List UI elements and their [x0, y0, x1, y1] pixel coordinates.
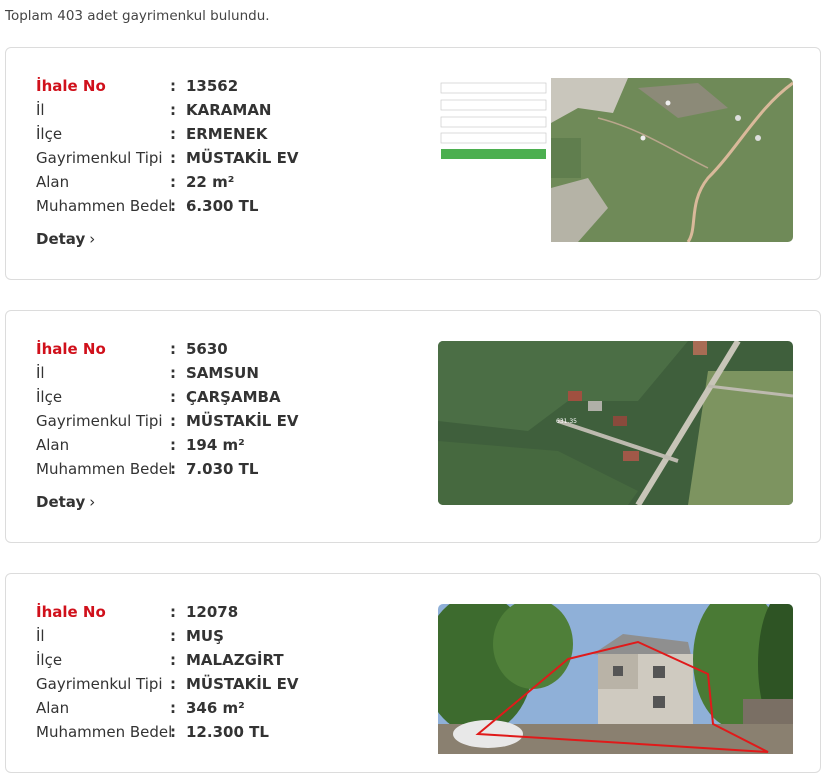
colon: :	[170, 723, 176, 741]
satellite-map-with-form-image[interactable]	[438, 78, 793, 242]
ilce-value: ERMENEK	[186, 125, 268, 143]
ilce-value: MALAZGİRT	[186, 651, 284, 669]
il-value: MUŞ	[186, 627, 224, 645]
ilce-label: İlçe	[36, 125, 63, 143]
ilce-label: İlçe	[36, 651, 63, 669]
detail-label: Detay	[36, 230, 86, 248]
bedel-value: 12.300 TL	[186, 723, 269, 741]
svg-text:631.35: 631.35	[556, 418, 577, 425]
colon: :	[170, 364, 176, 382]
colon: :	[170, 651, 176, 669]
alan-value: 194 m²	[186, 436, 245, 454]
ihale-no-value: 13562	[186, 77, 239, 95]
il-value: SAMSUN	[186, 364, 259, 382]
colon: :	[170, 340, 176, 358]
bedel-value: 7.030 TL	[186, 460, 259, 478]
listing-card: İhale No : 13562 İl : KARAMAN İlçe : ERM…	[5, 47, 821, 280]
colon: :	[170, 412, 176, 430]
tip-label: Gayrimenkul Tipi	[36, 412, 163, 430]
colon: :	[170, 627, 176, 645]
colon: :	[170, 603, 176, 621]
detail-link[interactable]: Detay ›	[36, 230, 95, 248]
chevron-right-icon: ›	[89, 230, 96, 248]
listing-card: İhale No : 12078 İl : MUŞ İlçe : MALAZGİ…	[5, 573, 821, 773]
tip-label: Gayrimenkul Tipi	[36, 149, 163, 167]
colon: :	[170, 149, 176, 167]
bedel-label: Muhammen Bedel	[36, 723, 173, 741]
colon: :	[170, 460, 176, 478]
detail-label: Detay	[36, 493, 86, 511]
tip-value: MÜSTAKİL EV	[186, 412, 299, 430]
colon: :	[170, 173, 176, 191]
satellite-map-image[interactable]: 631.35	[438, 341, 793, 505]
colon: :	[170, 436, 176, 454]
ihale-no-label: İhale No	[36, 603, 106, 621]
ihale-no-value: 12078	[186, 603, 239, 621]
il-label: İl	[36, 627, 45, 645]
alan-value: 22 m²	[186, 173, 235, 191]
tip-value: MÜSTAKİL EV	[186, 149, 299, 167]
chevron-right-icon: ›	[89, 493, 96, 511]
bedel-value: 6.300 TL	[186, 197, 259, 215]
bedel-label: Muhammen Bedel	[36, 197, 173, 215]
result-count-text: Toplam 403 adet gayrimenkul bulundu.	[5, 8, 270, 24]
listing-card: İhale No : 5630 İl : SAMSUN İlçe : ÇARŞA…	[5, 310, 821, 543]
colon: :	[170, 101, 176, 119]
ilce-label: İlçe	[36, 388, 63, 406]
ihale-no-label: İhale No	[36, 340, 106, 358]
colon: :	[170, 388, 176, 406]
colon: :	[170, 197, 176, 215]
colon: :	[170, 675, 176, 693]
ihale-no-label: İhale No	[36, 77, 106, 95]
il-label: İl	[36, 364, 45, 382]
alan-label: Alan	[36, 699, 70, 717]
house-photo-image[interactable]	[438, 604, 793, 754]
alan-label: Alan	[36, 173, 70, 191]
colon: :	[170, 699, 176, 717]
ihale-no-value: 5630	[186, 340, 228, 358]
tip-label: Gayrimenkul Tipi	[36, 675, 163, 693]
il-value: KARAMAN	[186, 101, 272, 119]
bedel-label: Muhammen Bedel	[36, 460, 173, 478]
ilce-value: ÇARŞAMBA	[186, 388, 281, 406]
tip-value: MÜSTAKİL EV	[186, 675, 299, 693]
alan-value: 346 m²	[186, 699, 245, 717]
colon: :	[170, 125, 176, 143]
alan-label: Alan	[36, 436, 70, 454]
detail-link[interactable]: Detay ›	[36, 493, 95, 511]
il-label: İl	[36, 101, 45, 119]
colon: :	[170, 77, 176, 95]
